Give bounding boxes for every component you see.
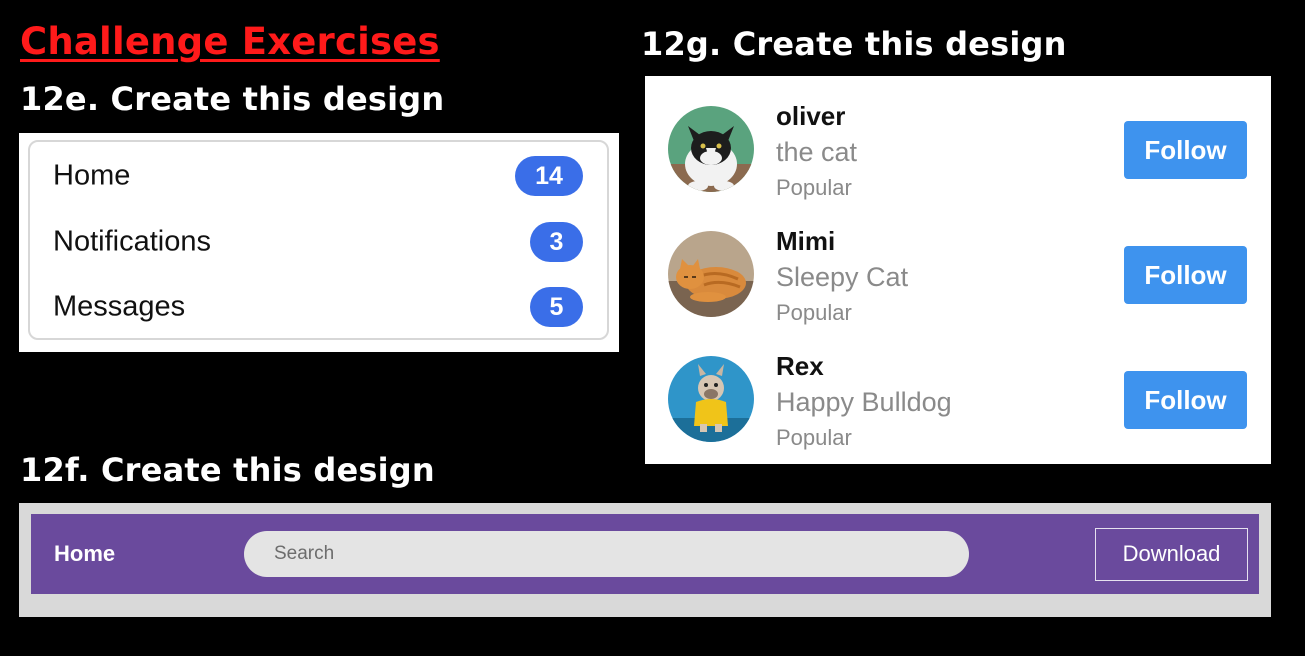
exercise-heading-12f: 12f. Create this design bbox=[20, 451, 435, 489]
count-badge: 14 bbox=[515, 156, 583, 196]
profile-subtitle: Happy Bulldog bbox=[776, 387, 952, 417]
dog-avatar-icon bbox=[668, 356, 754, 442]
challenge-title: Challenge Exercises bbox=[20, 20, 440, 63]
profile-subtitle: Sleepy Cat bbox=[776, 262, 909, 292]
follow-button[interactable]: Follow bbox=[1124, 371, 1247, 429]
profile-row: Rex Happy Bulldog Popular Follow bbox=[645, 346, 1271, 456]
menu-item-notifications[interactable]: Notifications 3 bbox=[30, 212, 607, 272]
exercise-heading-12e: 12e. Create this design bbox=[20, 80, 445, 118]
nav-home-link[interactable]: Home bbox=[54, 541, 115, 567]
profile-tag: Popular bbox=[776, 425, 852, 450]
search-placeholder: Search bbox=[274, 543, 335, 564]
profile-name: oliver bbox=[776, 101, 846, 131]
menu-item-label: Messages bbox=[53, 290, 186, 323]
menu-item-label: Notifications bbox=[53, 225, 211, 258]
profiles-panel: oliver the cat Popular Follow Mimi Sleep… bbox=[645, 76, 1271, 464]
profile-subtitle: the cat bbox=[776, 137, 858, 167]
profile-tag: Popular bbox=[776, 300, 852, 325]
follow-button[interactable]: Follow bbox=[1124, 121, 1247, 179]
count-badge: 5 bbox=[530, 287, 583, 327]
navbar-panel: Home Search Download bbox=[19, 503, 1271, 617]
profile-row: oliver the cat Popular Follow bbox=[645, 96, 1271, 206]
cat-avatar-icon bbox=[668, 106, 754, 192]
profile-row: Mimi Sleepy Cat Popular Follow bbox=[645, 221, 1271, 331]
menu-item-label: Home bbox=[53, 159, 131, 192]
profile-tag: Popular bbox=[776, 175, 852, 200]
profile-name: Rex bbox=[776, 351, 824, 381]
menu-item-messages[interactable]: Messages 5 bbox=[30, 277, 607, 337]
profile-name: Mimi bbox=[776, 226, 836, 256]
menu-panel: Home 14 Notifications 3 Messages 5 bbox=[19, 133, 619, 352]
download-button[interactable]: Download bbox=[1095, 528, 1248, 581]
menu-item-home[interactable]: Home 14 bbox=[30, 146, 607, 206]
menu-list: Home 14 Notifications 3 Messages 5 bbox=[28, 140, 609, 340]
count-badge: 3 bbox=[530, 222, 583, 262]
follow-button[interactable]: Follow bbox=[1124, 246, 1247, 304]
navbar: Home Search Download bbox=[31, 514, 1259, 594]
exercise-heading-12g: 12g. Create this design bbox=[641, 25, 1067, 63]
search-input[interactable]: Search bbox=[244, 531, 969, 577]
cat-avatar-icon bbox=[668, 231, 754, 317]
